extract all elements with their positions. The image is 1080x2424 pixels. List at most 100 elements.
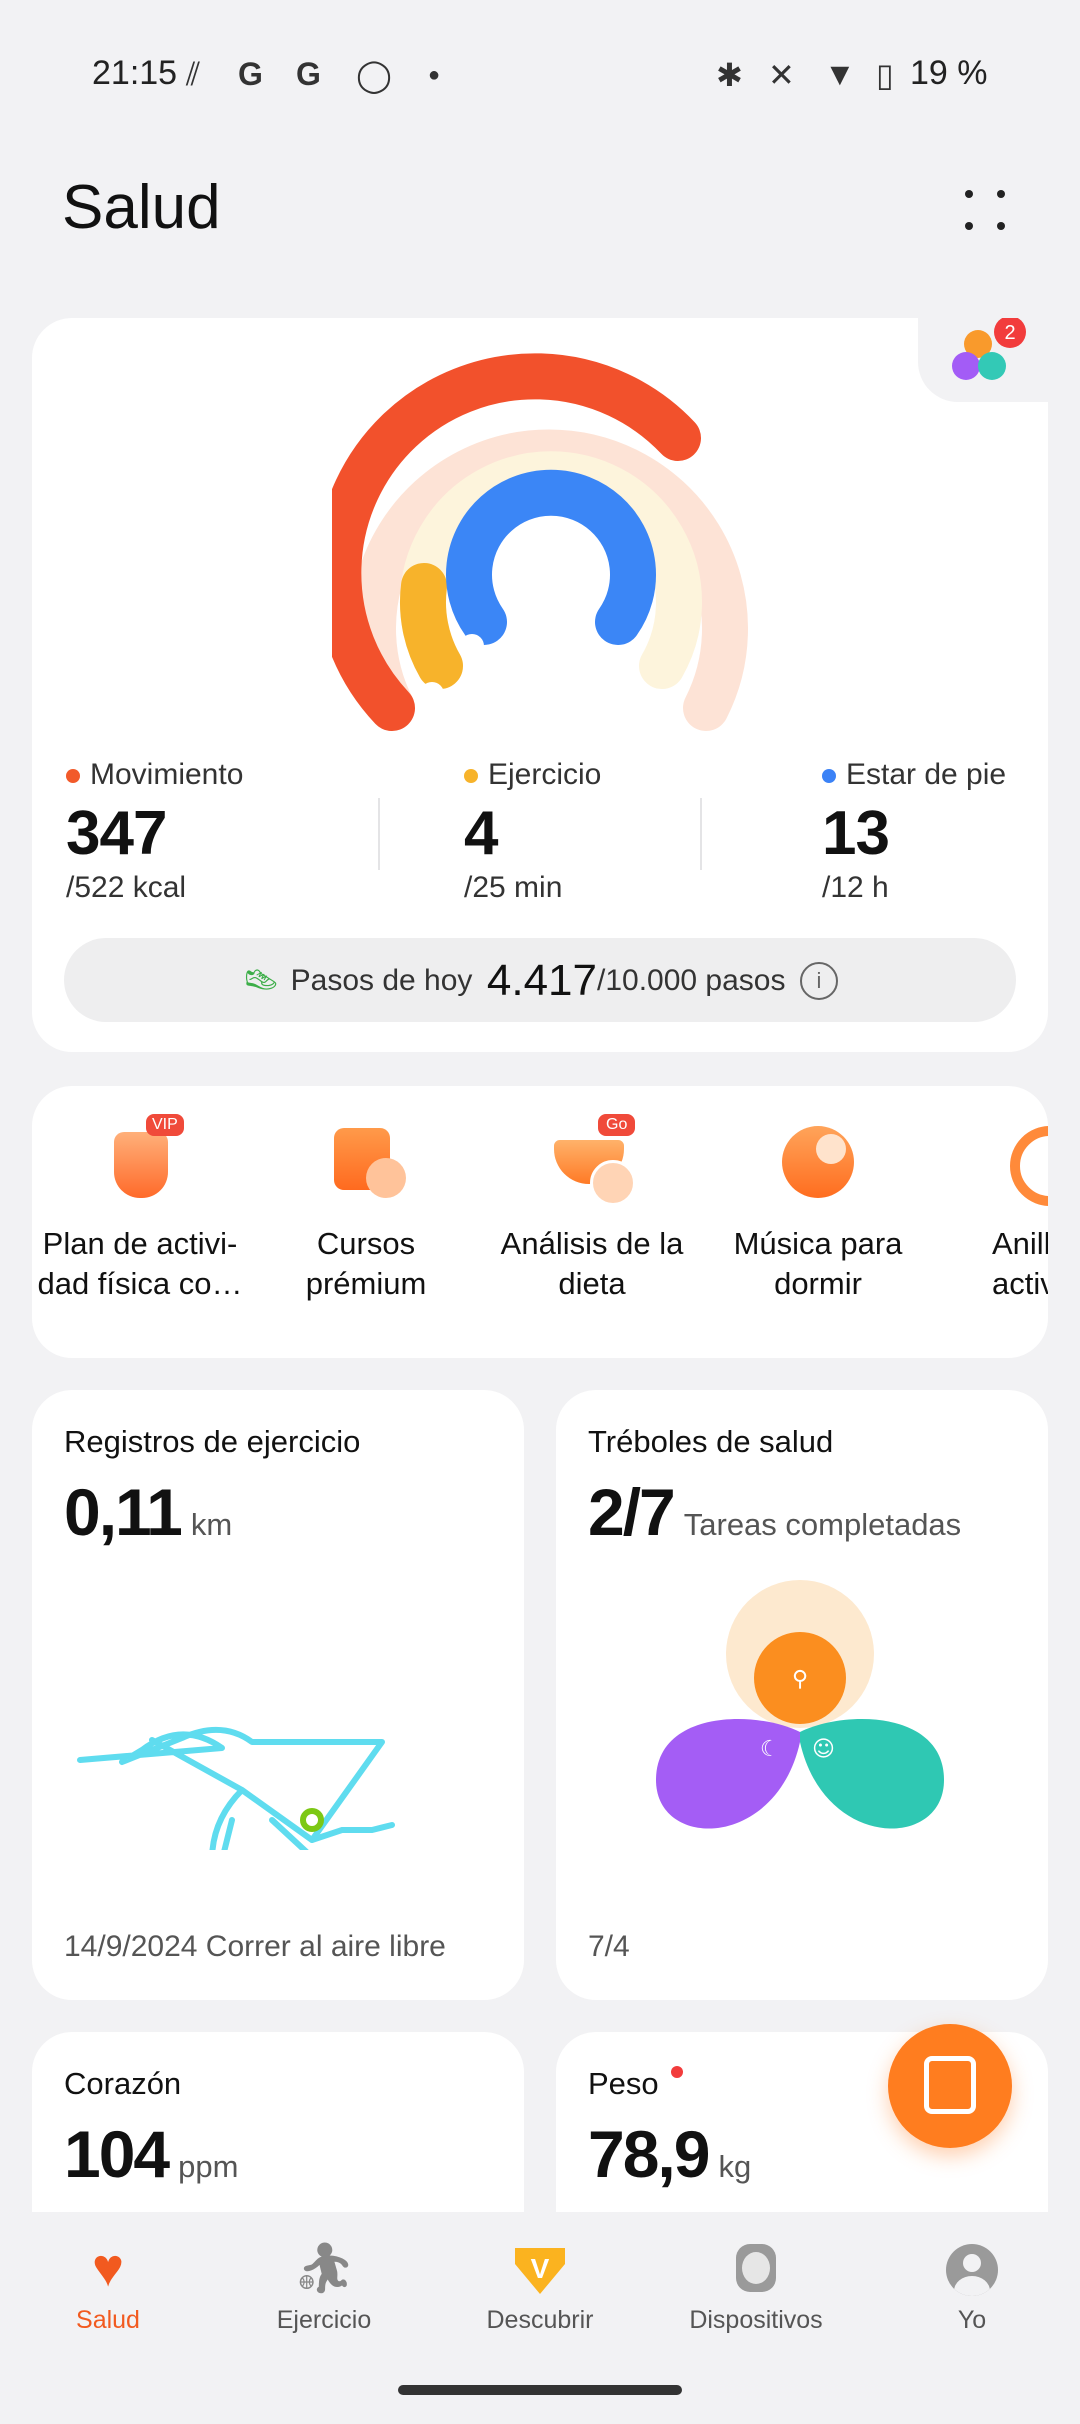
shortcut-diet-analysis[interactable]: Go Análisis de la dieta bbox=[482, 1114, 702, 1304]
exercise-footer: 14/9/2024 Correr al aire libre bbox=[64, 1930, 446, 1963]
svg-text:V: V bbox=[531, 2253, 550, 2284]
vip-tag: VIP bbox=[146, 1114, 184, 1136]
status-time: 21:15 bbox=[92, 54, 178, 92]
google-icon: G bbox=[296, 56, 321, 92]
metric-move[interactable]: Movimiento 347 /522 kcal bbox=[66, 758, 243, 905]
runner-icon: ⛹︎ bbox=[292, 2240, 356, 2296]
shortcut-label: Plan de activi- dad física co… bbox=[37, 1226, 243, 1301]
exercise-dot bbox=[464, 769, 478, 784]
metric-exercise[interactable]: Ejercicio 4 /25 min bbox=[464, 758, 601, 905]
unit: km bbox=[190, 1507, 233, 1542]
value: 2/7 bbox=[588, 1475, 676, 1549]
nav-salud[interactable]: ♥ Salud bbox=[8, 2238, 208, 2335]
metric-value: 13 bbox=[822, 799, 890, 868]
clover-mini-icon: 2 bbox=[952, 316, 1026, 380]
shortcut-activity-plan[interactable]: VIP Plan de activi- dad física co… bbox=[32, 1114, 250, 1304]
bluetooth-icon: ✱ bbox=[716, 57, 743, 93]
weight-title: Peso bbox=[588, 2066, 659, 2101]
nav-label: Salud bbox=[76, 2306, 140, 2334]
shortcut-activity-rings[interactable]: Anillo activ bbox=[934, 1114, 1048, 1304]
page-title: Salud bbox=[62, 173, 221, 242]
nav-label: Ejercicio bbox=[276, 2306, 372, 2334]
shortcut-label: Análisis de la dieta bbox=[500, 1226, 684, 1301]
clover-leaf-sleep bbox=[656, 1719, 800, 1829]
home-indicator[interactable] bbox=[398, 2385, 682, 2395]
sleep-music-icon bbox=[772, 1114, 864, 1206]
nav-yo[interactable]: Yo bbox=[872, 2238, 1072, 2335]
shortcut-label: Cursos prémium bbox=[305, 1226, 427, 1301]
nav-label: Descubrir bbox=[486, 2306, 594, 2334]
checklist-icon bbox=[924, 2056, 976, 2114]
unit: Tareas completadas bbox=[683, 1507, 962, 1542]
divider bbox=[700, 798, 702, 870]
info-icon[interactable]: i bbox=[799, 962, 838, 1000]
heart-pulse-icon: ♥ bbox=[91, 2238, 125, 2298]
battery-icon: ▯ bbox=[876, 57, 894, 93]
stand-dot bbox=[822, 769, 836, 784]
vip-v-icon: V bbox=[509, 2238, 571, 2298]
diet-bowl-icon: Go bbox=[546, 1114, 638, 1206]
battery-level: 19 % bbox=[910, 54, 988, 92]
edit-cards-fab[interactable] bbox=[888, 2024, 1012, 2148]
metric-goal: /12 h bbox=[822, 871, 889, 904]
profile-icon bbox=[946, 2244, 998, 2296]
clover-progress: 2/7 Tareas completadas bbox=[588, 1474, 961, 1550]
mute-icon: ✕ bbox=[768, 57, 795, 93]
shortcut-sleep-music[interactable]: Música para dormir bbox=[708, 1114, 928, 1304]
shortcut-label: Anillo activ bbox=[992, 1226, 1048, 1301]
shoe-icon: 👟︎ bbox=[242, 964, 281, 998]
health-clovers-card[interactable]: Tréboles de salud 2/7 Tareas completadas … bbox=[556, 1390, 1048, 2000]
whatsapp-icon: ◯ bbox=[356, 57, 392, 93]
activity-rings-card[interactable]: Movimiento 347 /522 kcal Ejercicio 4 /25… bbox=[32, 318, 1048, 1052]
exercise-ring-progress bbox=[399, 563, 463, 689]
metric-goal: /25 min bbox=[464, 871, 563, 904]
activity-plan-icon: VIP bbox=[94, 1114, 186, 1206]
metric-label: Ejercicio bbox=[488, 758, 602, 791]
metric-value: 347 bbox=[66, 799, 167, 868]
steps-label: Pasos de hoy bbox=[290, 964, 473, 997]
moon-icon: ☾ bbox=[760, 1737, 780, 1762]
card-title: Peso bbox=[588, 2066, 683, 2102]
dot-icon: ● bbox=[428, 64, 441, 86]
video-course-icon bbox=[320, 1114, 412, 1206]
shortcuts-card: VIP Plan de activi- dad física co… Curso… bbox=[32, 1086, 1048, 1358]
nav-ejercicio[interactable]: ⛹︎ Ejercicio bbox=[224, 2238, 424, 2335]
metric-label: Estar de pie bbox=[846, 758, 1007, 791]
nav-descubrir[interactable]: V Descubrir bbox=[440, 2238, 640, 2335]
card-title: Tréboles de salud bbox=[588, 1424, 834, 1459]
activity-rings bbox=[332, 353, 748, 731]
stand-ring-progress bbox=[446, 469, 656, 645]
card-title: Corazón bbox=[64, 2066, 182, 2101]
route-map bbox=[77, 1726, 395, 1850]
watch-icon bbox=[736, 2244, 776, 2292]
nav-dispositivos[interactable]: Dispositivos bbox=[656, 2238, 856, 2335]
exercise-records-card[interactable]: Registros de ejercicio 0,11 km 14/9/2024 … bbox=[32, 1390, 524, 2000]
clover-badge-button[interactable]: 2 bbox=[900, 316, 1048, 402]
clover-footer: 7/4 bbox=[588, 1930, 630, 1963]
google-icon: G bbox=[238, 56, 263, 92]
metric-label: Movimiento bbox=[90, 758, 244, 791]
nav-label: Yo bbox=[957, 2306, 987, 2334]
metric-value: 4 bbox=[464, 799, 498, 868]
divider bbox=[378, 798, 380, 870]
clover-leaf-mood bbox=[800, 1719, 944, 1829]
shortcut-premium-courses[interactable]: Cursos prémium bbox=[256, 1114, 476, 1304]
distance-value: 0,11 km bbox=[64, 1474, 232, 1550]
heart-value: 104 ppm bbox=[64, 2116, 238, 2192]
steps-bar[interactable]: 👟︎ Pasos de hoy 4.417/10.000 pasos i bbox=[64, 938, 1016, 1022]
runner-icon: ⚲ bbox=[792, 1667, 808, 1692]
weight-value: 78,9 kg bbox=[588, 2116, 751, 2192]
metric-stand[interactable]: Estar de pie 13 /12 h bbox=[822, 758, 1006, 905]
value: 78,9 bbox=[588, 2117, 710, 2191]
value: 104 bbox=[64, 2117, 170, 2191]
rings-icon bbox=[998, 1114, 1048, 1206]
flame-icon bbox=[420, 682, 444, 706]
value: 0,11 bbox=[64, 1475, 183, 1549]
steps-goal: /10.000 pasos bbox=[596, 964, 786, 997]
shortcut-label: Música para dormir bbox=[733, 1226, 903, 1301]
smile-icon: ☺ bbox=[812, 1737, 835, 1762]
unit: ppm bbox=[178, 2149, 239, 2184]
more-options-button[interactable] bbox=[955, 180, 1015, 240]
unread-dot bbox=[670, 2066, 683, 2078]
go-tag: Go bbox=[598, 1114, 636, 1136]
